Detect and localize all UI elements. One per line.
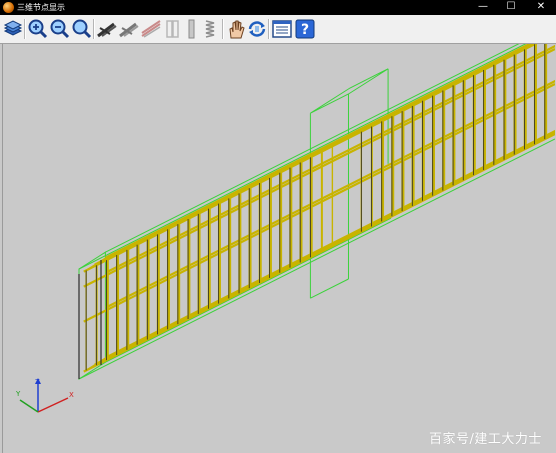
app-icon: [3, 2, 14, 13]
spring-button[interactable]: [199, 18, 221, 40]
joint-outline-top: [310, 68, 389, 114]
toolbar-separator: [24, 19, 26, 39]
toolbar-separator: [93, 19, 95, 39]
help-button[interactable]: ?: [294, 18, 316, 40]
pan-button[interactable]: [225, 18, 247, 40]
axis-triad: Z Y X: [15, 378, 74, 413]
window-title: 三维节点显示: [17, 3, 65, 12]
minimize-button[interactable]: —: [469, 0, 497, 15]
properties-icon: [272, 20, 292, 38]
rebar-view-icon: [97, 22, 117, 38]
axis-label-z: Z: [35, 378, 40, 386]
zoom-in-icon: [28, 19, 48, 39]
zoom-out-button[interactable]: [49, 18, 71, 40]
title-bar: 三维节点显示 — ☐ ✕: [0, 0, 556, 15]
zoom-out-icon: [50, 19, 70, 39]
toolbar: ?: [0, 15, 556, 44]
toolbar-separator: [222, 19, 224, 39]
layers-button[interactable]: [2, 18, 24, 40]
longitudinal-bar: [105, 44, 555, 274]
zoom-in-button[interactable]: [27, 18, 49, 40]
toolbar-separator: [268, 19, 270, 39]
axis-label-x: X: [69, 391, 74, 399]
rebar-view-gray-icon: [119, 22, 139, 38]
rebar-diagonal-icon: [141, 20, 161, 38]
axis-label-y: Y: [15, 390, 21, 398]
rebar-diagonal-button[interactable]: [140, 18, 162, 40]
help-icon: ?: [295, 19, 315, 39]
longitudinal-bar: [105, 79, 555, 309]
spring-icon: [205, 20, 215, 38]
joint-outline-edge: [310, 278, 349, 299]
close-button[interactable]: ✕: [527, 0, 555, 15]
rebar-view-button[interactable]: [96, 18, 118, 40]
maximize-button[interactable]: ☐: [497, 0, 525, 15]
beam-outline-edge: [78, 138, 555, 380]
rebar-view-gray-button[interactable]: [118, 18, 140, 40]
zoom-fit-button[interactable]: [71, 18, 93, 40]
svg-text:?: ?: [301, 22, 309, 38]
layers-icon: [3, 20, 23, 36]
watermark: 百家号/建工大力士: [429, 432, 542, 447]
pan-hand-icon: [229, 20, 245, 39]
properties-button[interactable]: [271, 18, 293, 40]
zoom-fit-icon: [72, 19, 92, 39]
rotate-button[interactable]: [246, 18, 268, 40]
rotate-icon: [248, 21, 266, 37]
